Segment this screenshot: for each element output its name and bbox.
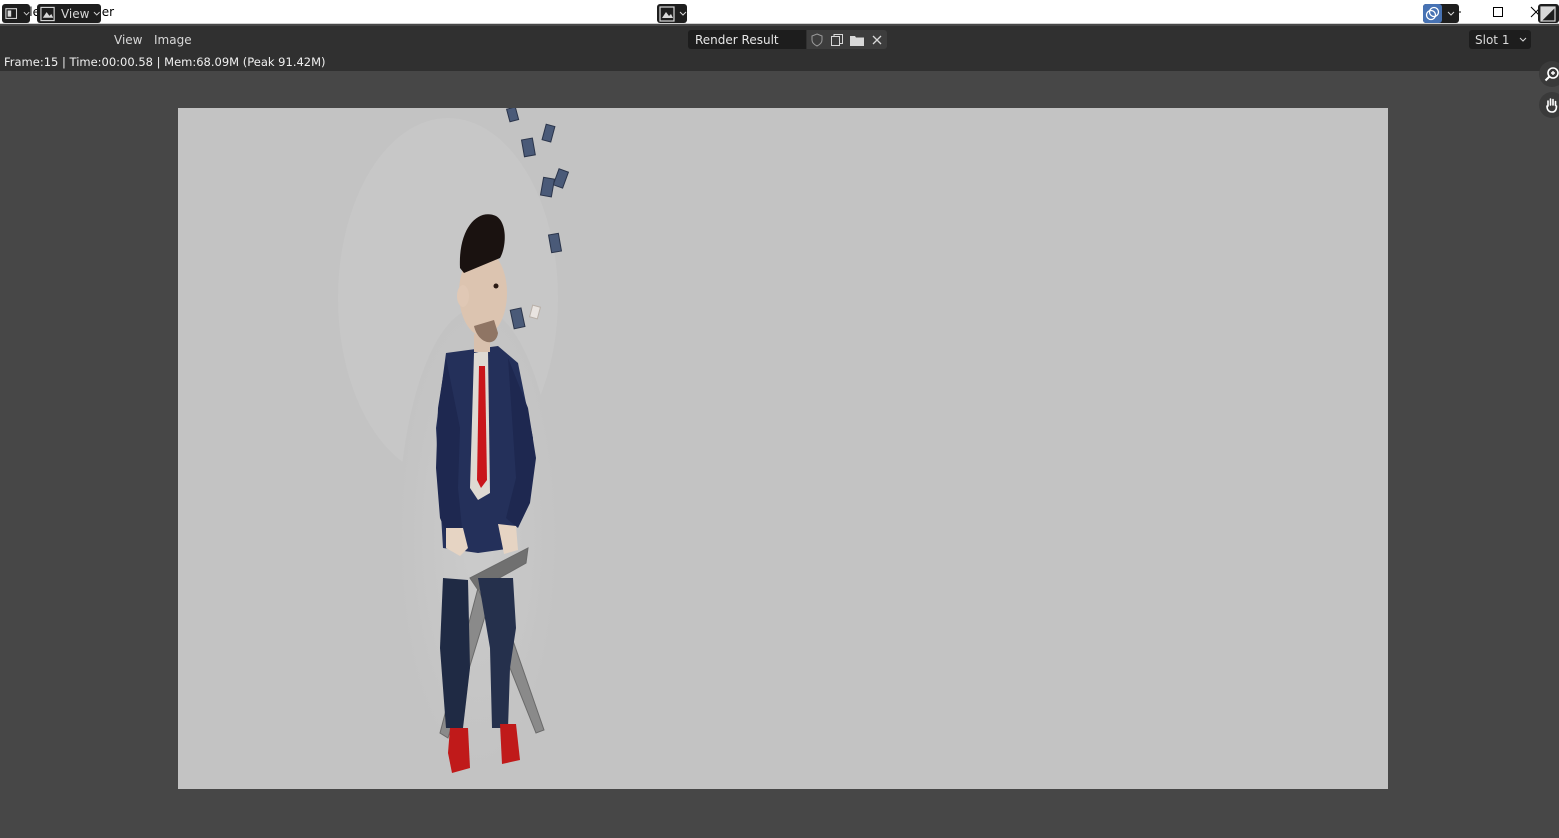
overlay-icon [1425,6,1440,21]
view-mode-label: View [60,6,90,21]
menu-image[interactable]: Image [154,33,192,47]
render-slot-label: Slot 1 [1475,32,1510,47]
image-name-text: Render Result [695,32,779,47]
image-name-field[interactable]: Render Result [688,30,806,49]
render-slot-dropdown[interactable]: Slot 1 [1469,30,1531,49]
open-folder-icon [850,35,864,46]
chevron-down-icon [1447,11,1455,16]
menu-view[interactable]: View [114,33,142,47]
render-stats-text: Frame:15 | Time:00:00.58 | Mem:68.09M (P… [4,55,326,69]
editor-type-dropdown[interactable] [2,4,30,23]
chevron-down-icon [679,11,687,16]
browse-image-icon [659,5,675,22]
open-image-button[interactable] [847,30,867,49]
render-result-image [178,108,1388,789]
pan-gizmo-button[interactable] [1539,92,1559,118]
maximize-icon [1493,6,1503,17]
fake-user-button[interactable] [807,30,827,49]
zoom-gizmo-button[interactable] [1539,61,1559,87]
chevron-down-icon [23,11,30,16]
duplicate-image-button[interactable] [827,30,847,49]
browse-image-dropdown[interactable] [657,4,687,23]
image-view-icon [40,6,55,21]
display-channels-icon [1540,5,1556,22]
render-info-bar: Frame:15 | Time:00:00.58 | Mem:68.09M (P… [0,53,1559,71]
fake-user-shield-icon [811,32,823,47]
overlay-toggle[interactable] [1423,4,1459,23]
display-channels-dropdown[interactable] [1538,4,1559,23]
view-mode-dropdown[interactable]: View [37,4,101,23]
hand-pan-icon [1546,98,1558,113]
duplicate-icon [831,33,843,46]
unlink-x-icon [872,35,882,44]
chevron-down-icon [1519,37,1527,42]
window-title-bar: Blender Render [0,0,1559,24]
rendered-scene [338,108,570,773]
chevron-down-icon [94,11,101,16]
editor-type-icon [5,7,18,19]
unlink-image-button[interactable] [867,30,887,49]
zoom-icon [1544,67,1559,82]
